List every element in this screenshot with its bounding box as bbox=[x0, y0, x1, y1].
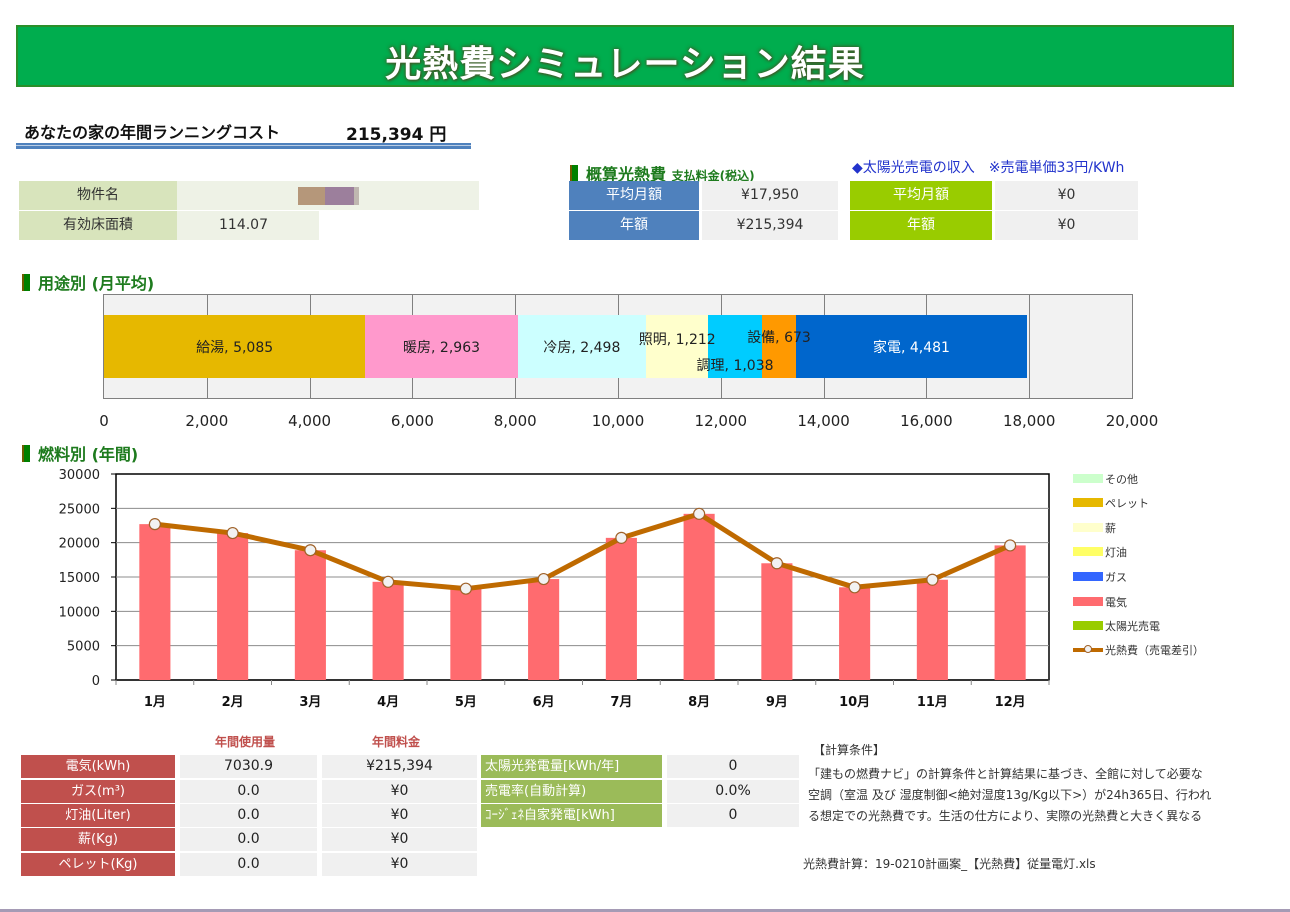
monthly-x-label: 11月 bbox=[917, 695, 948, 710]
net-cost-marker bbox=[770, 557, 783, 570]
monthly-bar-1月 bbox=[139, 524, 171, 680]
fuel-row-usage: 0.0 bbox=[180, 804, 317, 827]
monthly-bar-11月 bbox=[916, 579, 948, 680]
solar-row-value: 0 bbox=[667, 804, 799, 827]
net-cost-marker bbox=[926, 573, 939, 586]
calc-conditions-line: る想定での光熱費です。生活の仕方により、実際の光熱費と大きく異なる bbox=[808, 809, 1203, 823]
legend-swatch-icon bbox=[1073, 621, 1103, 630]
legend-label: 光熱費（売電差引） bbox=[1105, 644, 1204, 657]
net-cost-marker bbox=[615, 531, 628, 544]
fuel-row-fee: ¥0 bbox=[322, 853, 477, 876]
net-cost-marker bbox=[226, 526, 239, 540]
legend-line-marker-icon bbox=[1073, 645, 1103, 653]
net-cost-marker bbox=[148, 518, 161, 531]
solar-row-label: 売電率(自動計算) bbox=[481, 780, 662, 803]
monthly-y-tick: 10000 bbox=[59, 605, 100, 620]
fuel-row-label: 薪(Kg) bbox=[21, 828, 175, 851]
monthly-y-tick: 0 bbox=[92, 674, 100, 689]
calc-conditions-line: 「建もの燃費ナビ」の計算条件と計算結果に基づき、全館に対して必要な bbox=[808, 767, 1203, 781]
net-cost-marker bbox=[382, 575, 395, 588]
monthly-y-tick: 20000 bbox=[59, 537, 100, 552]
monthly-bar-5月 bbox=[450, 588, 482, 680]
monthly-y-tick: 5000 bbox=[67, 640, 100, 655]
net-cost-marker bbox=[459, 582, 472, 595]
monthly-bar-10月 bbox=[839, 587, 871, 680]
fuel-row-label: ガス(m³) bbox=[21, 780, 175, 803]
legend-label: 太陽光売電 bbox=[1105, 620, 1160, 633]
monthly-x-label: 8月 bbox=[688, 695, 710, 710]
legend-label: ガス bbox=[1105, 571, 1127, 584]
calc-conditions-line: 空調（室温 及び 湿度制御<絶対湿度13g/Kg以下>）が24h365日、行われ bbox=[808, 788, 1212, 802]
monthly-bar-12月 bbox=[994, 545, 1026, 680]
monthly-y-tick: 30000 bbox=[59, 468, 100, 483]
monthly-x-label: 10月 bbox=[839, 695, 870, 710]
fuel-row-label: 灯油(Liter) bbox=[21, 804, 175, 827]
net-cost-marker bbox=[1004, 539, 1017, 552]
monthly-x-label: 7月 bbox=[610, 695, 632, 710]
legend-label: 電気 bbox=[1105, 596, 1127, 609]
solar-row-label: 太陽光発電量[kWh/年] bbox=[481, 755, 662, 778]
legend-swatch-icon bbox=[1073, 572, 1103, 581]
net-cost-marker bbox=[693, 507, 706, 520]
legend-swatch-icon bbox=[1073, 523, 1103, 532]
monthly-x-label: 4月 bbox=[377, 695, 399, 710]
legend-label: ペレット bbox=[1105, 497, 1149, 510]
monthly-bar-7月 bbox=[605, 537, 637, 680]
monthly-x-label: 2月 bbox=[222, 695, 244, 710]
monthly-bar-2月 bbox=[217, 533, 249, 680]
fuel-row-label: 電気(kWh) bbox=[21, 755, 175, 778]
fuel-row-label: ペレット(Kg) bbox=[21, 853, 175, 876]
legend-label: その他 bbox=[1105, 473, 1138, 486]
source-file-name: 光熱費計算：19-0210計画案_【光熱費】従量電灯.xls bbox=[803, 857, 1096, 871]
fuel-fee-header: 年間料金 bbox=[372, 735, 421, 749]
fuel-usage-header: 年間使用量 bbox=[215, 735, 276, 749]
monthly-x-label: 12月 bbox=[995, 695, 1026, 710]
net-cost-marker bbox=[304, 544, 317, 557]
monthly-x-label: 5月 bbox=[455, 695, 477, 710]
legend-label: 薪 bbox=[1105, 522, 1116, 535]
legend-swatch-icon bbox=[1073, 498, 1103, 507]
calc-conditions-title: 【計算条件】 bbox=[813, 743, 886, 757]
monthly-y-tick: 25000 bbox=[59, 502, 100, 517]
monthly-bar-8月 bbox=[683, 513, 715, 680]
monthly-y-tick: 15000 bbox=[59, 571, 100, 586]
monthly-x-label: 3月 bbox=[299, 695, 321, 710]
solar-row-value: 0.0% bbox=[667, 780, 799, 803]
monthly-x-label: 1月 bbox=[144, 695, 166, 710]
monthly-bar-3月 bbox=[294, 550, 326, 680]
monthly-bar-9月 bbox=[761, 563, 793, 680]
fuel-row-fee: ¥0 bbox=[322, 804, 477, 827]
net-cost-marker bbox=[537, 572, 550, 586]
legend-swatch-icon bbox=[1073, 474, 1103, 483]
net-cost-marker bbox=[848, 581, 861, 594]
legend-label: 灯油 bbox=[1105, 546, 1127, 559]
fuel-row-usage: 0.0 bbox=[180, 853, 317, 876]
legend-swatch-icon bbox=[1073, 547, 1103, 556]
monthly-x-label: 6月 bbox=[533, 695, 555, 710]
fuel-row-fee: ¥0 bbox=[322, 780, 477, 803]
fuel-row-usage: 0.0 bbox=[180, 828, 317, 851]
fuel-row-fee: ¥215,394 bbox=[322, 755, 477, 778]
monthly-bar-6月 bbox=[528, 579, 560, 680]
monthly-bar-4月 bbox=[372, 581, 404, 680]
fuel-row-usage: 7030.9 bbox=[180, 755, 317, 778]
solar-row-label: ｺｰｼﾞｪﾈ自家発電[kWh] bbox=[481, 804, 662, 827]
fuel-row-fee: ¥0 bbox=[322, 828, 477, 851]
legend-marker-dot bbox=[1084, 645, 1092, 653]
fuel-row-usage: 0.0 bbox=[180, 780, 317, 803]
monthly-x-label: 9月 bbox=[766, 695, 788, 710]
solar-row-value: 0 bbox=[667, 755, 799, 778]
legend-swatch-icon bbox=[1073, 597, 1103, 606]
